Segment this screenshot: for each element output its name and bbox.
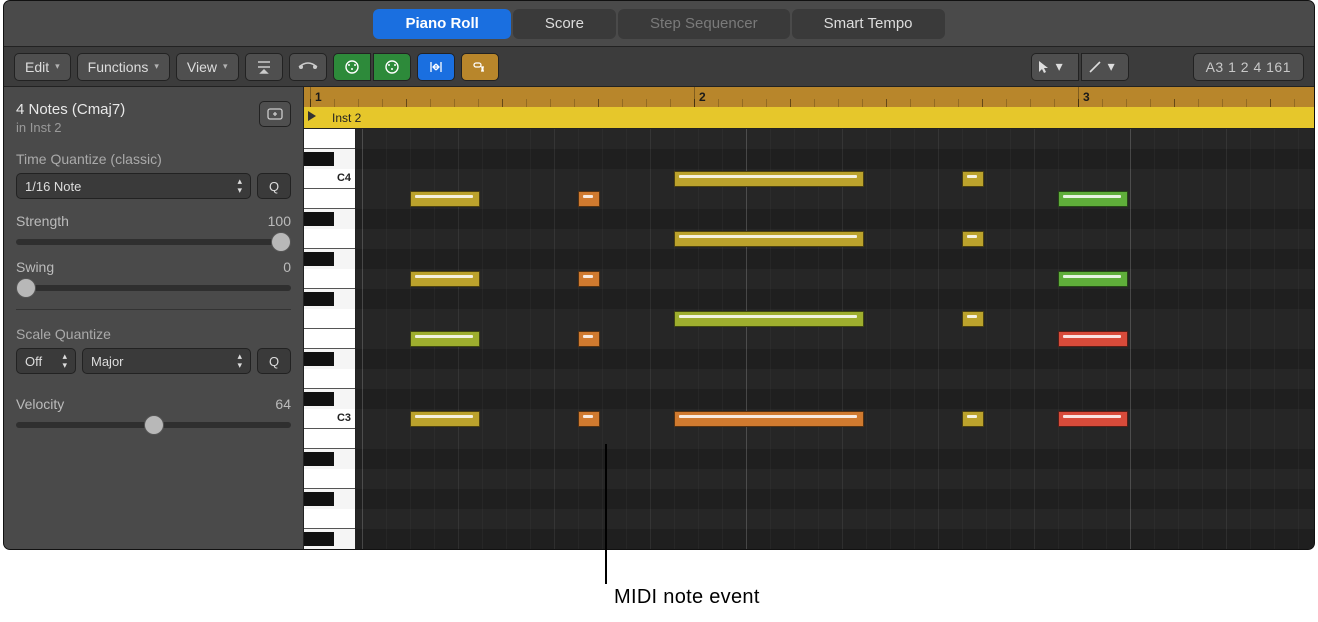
note-grid[interactable] [356,129,1314,549]
tab-score[interactable]: Score [513,9,616,39]
time-quantize-label: Time Quantize (classic) [16,151,291,167]
inspector-panel: 4 Notes (Cmaj7) in Inst 2 Time Quantize … [4,87,304,549]
midi-note[interactable] [410,411,480,427]
velocity-slider[interactable] [16,422,291,428]
functions-menu[interactable]: Functions ▾ [77,53,170,81]
tab-smart-tempo[interactable]: Smart Tempo [792,9,945,39]
midi-out-all-button[interactable] [373,53,411,81]
collapse-icon [428,60,444,74]
velocity-slider-thumb[interactable] [144,415,164,435]
region-name: Inst 2 [332,107,361,129]
scale-quantize-label: Scale Quantize [16,326,291,342]
midi-in-icon [298,61,318,73]
bar-number: 1 [310,87,322,107]
scale-type-select[interactable]: Major ▴▾ [82,348,251,374]
midi-note[interactable] [962,311,984,327]
catch-region-icon [267,108,283,120]
midi-note[interactable] [962,231,984,247]
strength-slider[interactable] [16,239,291,245]
time-quantize-value: 1/16 Note [25,179,81,194]
callout-line [605,444,607,584]
velocity-value: 64 [275,396,291,412]
midi-note[interactable] [674,411,864,427]
midi-note[interactable] [1058,331,1128,347]
line-tool-icon [1088,60,1102,74]
right-click-tool-select[interactable]: ▾ [1081,53,1129,81]
midi-note[interactable] [578,411,600,427]
link-icon [471,61,489,73]
catch-region-button[interactable] [259,101,291,127]
strength-value: 100 [268,213,291,229]
midi-note[interactable] [1058,271,1128,287]
scale-type-value: Major [91,354,124,369]
tab-piano-roll[interactable]: Piano Roll [373,9,510,39]
scale-quantize-button[interactable]: Q [257,348,291,374]
tab-step-sequencer: Step Sequencer [618,9,790,39]
info-display: A3 1 2 4 161 [1193,53,1304,81]
piano-keyboard[interactable]: C4 C3 [304,129,356,549]
catch-playhead-button[interactable] [245,53,283,81]
callout-label: MIDI note event [614,586,760,609]
view-menu[interactable]: View ▾ [176,53,239,81]
chevron-down-icon: ▾ [1056,58,1063,75]
chevron-down-icon: ▾ [55,61,60,72]
pointer-tool-icon [1038,60,1050,74]
chevron-down-icon: ▾ [154,61,159,72]
stepper-icon: ▴▾ [237,177,242,195]
velocity-label: Velocity [16,396,64,412]
swing-value: 0 [283,259,291,275]
swing-label: Swing [16,259,54,275]
midi-note[interactable] [410,331,480,347]
selection-title: 4 Notes (Cmaj7) [16,101,125,118]
editor-toolbar: Edit ▾ Functions ▾ View ▾ ▾ [4,47,1314,87]
quantize-button[interactable]: Q [257,173,291,199]
midi-note[interactable] [410,191,480,207]
selection-subtitle: in Inst 2 [16,120,125,135]
chevron-down-icon: ▾ [1108,58,1115,75]
midi-note[interactable] [578,331,600,347]
key-label: C3 [337,412,351,424]
edit-menu[interactable]: Edit ▾ [14,53,71,81]
midi-out-green-icon [383,60,401,74]
piano-roll-window: Piano RollScoreStep SequencerSmart Tempo… [3,0,1315,550]
midi-note[interactable] [674,311,864,327]
stepper-icon: ▴▾ [237,352,242,370]
strength-label: Strength [16,213,69,229]
view-menu-label: View [187,59,217,75]
swing-slider-thumb[interactable] [16,278,36,298]
strength-slider-thumb[interactable] [271,232,291,252]
bar-number: 2 [694,87,706,107]
midi-note[interactable] [1058,191,1128,207]
midi-out-icon [343,60,361,74]
piano-roll-area[interactable]: 1 2 3 Inst 2 C4 C3 [304,87,1314,549]
editor-tabstrip: Piano RollScoreStep SequencerSmart Tempo [4,1,1314,47]
midi-in-button[interactable] [289,53,327,81]
link-button[interactable] [461,53,499,81]
midi-note[interactable] [1058,411,1128,427]
catch-playhead-icon [256,60,272,74]
midi-note[interactable] [962,171,984,187]
bar-ruler[interactable]: 1 2 3 [304,87,1314,107]
bar-number: 3 [1078,87,1090,107]
left-click-tool-select[interactable]: ▾ [1031,53,1079,81]
midi-note[interactable] [962,411,984,427]
midi-note[interactable] [674,231,864,247]
swing-slider[interactable] [16,285,291,291]
scale-quantize-on-select[interactable]: Off ▴▾ [16,348,76,374]
edit-menu-label: Edit [25,59,49,75]
scale-on-value: Off [25,354,42,369]
key-label: C4 [337,172,351,184]
collapse-mode-button[interactable] [417,53,455,81]
time-quantize-select[interactable]: 1/16 Note ▴▾ [16,173,251,199]
midi-note[interactable] [578,271,600,287]
stepper-icon: ▴▾ [62,352,67,370]
midi-note[interactable] [578,191,600,207]
functions-menu-label: Functions [88,59,149,75]
midi-note[interactable] [410,271,480,287]
midi-out-button[interactable] [333,53,371,81]
region-header[interactable]: Inst 2 [304,107,1314,129]
chevron-down-icon: ▾ [223,61,228,72]
region-play-icon [308,111,316,121]
midi-note[interactable] [674,171,864,187]
